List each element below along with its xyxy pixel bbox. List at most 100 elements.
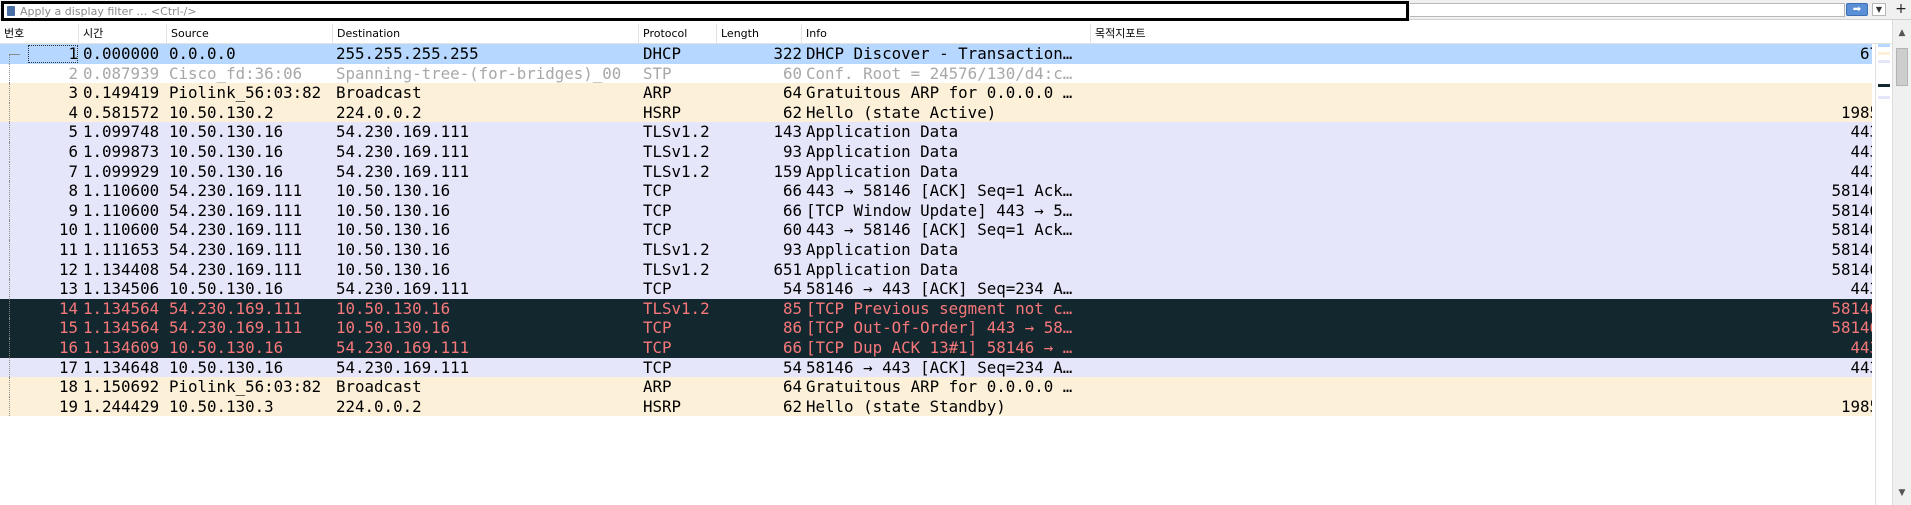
packet-number-cell: 18 [58, 377, 78, 397]
packet-length-cell: 651 [773, 259, 802, 279]
packet-length-cell: 54 [782, 357, 802, 377]
packet-row[interactable]: 8 1.110600 54.230.169.111 10.50.130.16 TCP 66… [0, 181, 1872, 201]
packet-list: 1 0.000000 0.0.0.0 255.255.255.255 DHCP 322 DH… [0, 44, 1872, 505]
packet-destination-cell: 54.230.169.111 [336, 338, 470, 357]
packet-row[interactable]: 12 1.134408 54.230.169.111 10.50.130.16 TLSv… [0, 259, 1872, 280]
column-header-time[interactable]: 시간 [79, 24, 167, 44]
vertical-scrollbar[interactable]: ▲ ▼ [1892, 20, 1911, 505]
filter-history-dropdown[interactable]: ▼ [1872, 3, 1886, 16]
packet-row[interactable]: 7 1.099929 10.50.130.16 54.230.169.111 TLSv1… [0, 161, 1872, 182]
packet-number-cell: 16 [58, 338, 78, 357]
related-packet-tree-line [9, 220, 21, 240]
minimap-mark [1878, 60, 1890, 63]
packet-time-cell: 1.111653 [83, 240, 160, 259]
related-packet-tree-line [9, 54, 21, 64]
packet-time-cell: 1.099929 [83, 161, 160, 181]
packet-row[interactable]: 6 1.099873 10.50.130.16 54.230.169.111 TLSv1… [0, 142, 1872, 162]
packet-time-cell: 1.134506 [83, 279, 160, 299]
packet-protocol-cell: TCP [643, 220, 672, 240]
packet-port-cell: 58146 [1831, 318, 1872, 338]
scroll-up-icon[interactable]: ▲ [1893, 24, 1911, 42]
column-header-length[interactable]: Length [717, 24, 802, 44]
column-header-number[interactable]: 번호 [0, 24, 79, 44]
packet-row[interactable]: 11 1.111653 54.230.169.111 10.50.130.16 TLSv… [0, 240, 1872, 260]
packet-destination-cell: 224.0.0.2 [336, 102, 422, 122]
packet-protocol-cell: TLSv1.2 [643, 142, 710, 161]
packet-port-cell: 1985 [1840, 396, 1872, 416]
packet-row[interactable]: 5 1.099748 10.50.130.16 54.230.169.111 TLSv1… [0, 122, 1872, 142]
scrollbar-thumb[interactable] [1896, 48, 1908, 86]
packet-row[interactable]: 17 1.134648 10.50.130.16 54.230.169.111 TCP 5… [0, 357, 1872, 378]
display-filter-box[interactable] [1, 1, 1409, 21]
packet-protocol-cell: TCP [643, 181, 672, 201]
packet-info-cell: Hello (state Standby) [806, 396, 1006, 416]
packet-row[interactable]: 19 1.244429 10.50.130.3 224.0.0.2 HSRP 62 Hell… [0, 396, 1872, 417]
packet-protocol-cell: DHCP [643, 44, 682, 63]
packet-length-cell: 62 [782, 102, 802, 122]
packet-port-cell: 1985 [1840, 102, 1872, 122]
related-packet-tree-line [9, 357, 21, 378]
column-header-info[interactable]: Info [802, 24, 1091, 44]
packet-number-cell: 11 [58, 240, 78, 259]
packet-length-cell: 93 [782, 240, 802, 259]
related-packet-tree-line [9, 83, 21, 103]
scroll-down-icon[interactable]: ▼ [1893, 484, 1911, 502]
column-header-source[interactable]: Source [167, 24, 333, 44]
packet-length-cell: 60 [782, 220, 802, 240]
related-packet-tree-line [9, 142, 21, 162]
packet-row[interactable]: 14 1.134564 54.230.169.111 10.50.130.16 TLSv… [0, 298, 1872, 319]
packet-row[interactable]: 1 0.000000 0.0.0.0 255.255.255.255 DHCP 322 DH… [0, 44, 1872, 64]
packet-info-cell: Gratuitous ARP for 0.0.0.0 … [806, 377, 1073, 397]
add-filter-button[interactable]: + [1893, 1, 1909, 17]
packet-row[interactable]: 13 1.134506 10.50.130.16 54.230.169.111 TCP 5… [0, 279, 1872, 299]
packet-time-cell: 1.099748 [83, 122, 160, 142]
packet-row[interactable]: 3 0.149419 Piolink_56:03:82 Broadcast ARP 64 G… [0, 83, 1872, 103]
packet-length-cell: 64 [782, 377, 802, 397]
packet-protocol-cell: TLSv1.2 [643, 122, 710, 142]
packet-protocol-cell: HSRP [643, 396, 682, 416]
packet-source-cell: 54.230.169.111 [169, 298, 303, 318]
packet-row[interactable]: 16 1.134609 10.50.130.16 54.230.169.111 TCP 6… [0, 338, 1872, 358]
packet-minimap[interactable] [1875, 44, 1892, 505]
packet-destination-cell: 10.50.130.16 [336, 259, 451, 279]
filter-bookmark-icon[interactable] [7, 6, 15, 16]
packet-row[interactable]: 10 1.110600 54.230.169.111 10.50.130.16 TCP 6… [0, 220, 1872, 240]
minimap-mark [1878, 52, 1890, 55]
display-filter-field-extension[interactable] [1410, 3, 1845, 17]
packet-info-cell: Application Data [806, 122, 959, 142]
packet-destination-cell: 54.230.169.111 [336, 142, 470, 161]
packet-destination-cell: 255.255.255.255 [336, 44, 479, 63]
packet-source-cell: 54.230.169.111 [169, 240, 303, 259]
packet-source-cell: 10.50.130.3 [169, 396, 274, 416]
packet-number-cell: 13 [58, 279, 78, 299]
packet-port-cell [1092, 83, 1872, 103]
packet-length-cell: 66 [782, 338, 802, 357]
packet-time-cell: 0.149419 [83, 83, 160, 103]
packet-row[interactable]: 9 1.110600 54.230.169.111 10.50.130.16 TCP 66… [0, 200, 1872, 221]
packet-info-cell: Hello (state Active) [806, 102, 997, 122]
packet-length-cell: 86 [782, 318, 802, 338]
packet-port-cell: 58146 [1831, 181, 1872, 201]
packet-protocol-cell: TCP [643, 318, 672, 338]
packet-info-cell: [TCP Window Update] 443 → 5… [806, 200, 1073, 220]
packet-port-cell: 443 [1850, 122, 1872, 142]
display-filter-input[interactable] [20, 4, 1400, 18]
packet-protocol-cell: TCP [643, 200, 672, 220]
packet-row[interactable]: 18 1.150692 Piolink_56:03:82 Broadcast ARP 64… [0, 377, 1872, 397]
related-packet-tree-line [9, 377, 21, 397]
packet-row[interactable]: 15 1.134564 54.230.169.111 10.50.130.16 TCP 8… [0, 318, 1872, 338]
column-header-destination-port[interactable]: 목적지포트 [1091, 24, 1892, 44]
packet-info-cell: 443 → 58146 [ACK] Seq=1 Ack… [806, 181, 1073, 201]
packet-info-cell: Conf. Root = 24576/130/d4:c… [806, 63, 1073, 83]
packet-row[interactable]: 4 0.581572 10.50.130.2 224.0.0.2 HSRP 62 Hello… [0, 102, 1872, 123]
related-packet-tree-line [9, 200, 21, 221]
packet-info-cell: DHCP Discover - Transaction… [806, 44, 1073, 63]
packet-port-cell: 443 [1850, 142, 1872, 161]
packet-row[interactable]: 2 0.087939 Cisco_fd:36:06 Spanning-tree-(fo… [0, 63, 1872, 84]
column-header-protocol[interactable]: Protocol [639, 24, 717, 44]
related-packet-tree-line [9, 259, 21, 280]
apply-filter-button[interactable]: ➡ [1846, 3, 1868, 16]
column-header-destination[interactable]: Destination [333, 24, 639, 44]
packet-source-cell: 0.0.0.0 [169, 44, 236, 63]
packet-time-cell: 1.110600 [83, 220, 160, 240]
